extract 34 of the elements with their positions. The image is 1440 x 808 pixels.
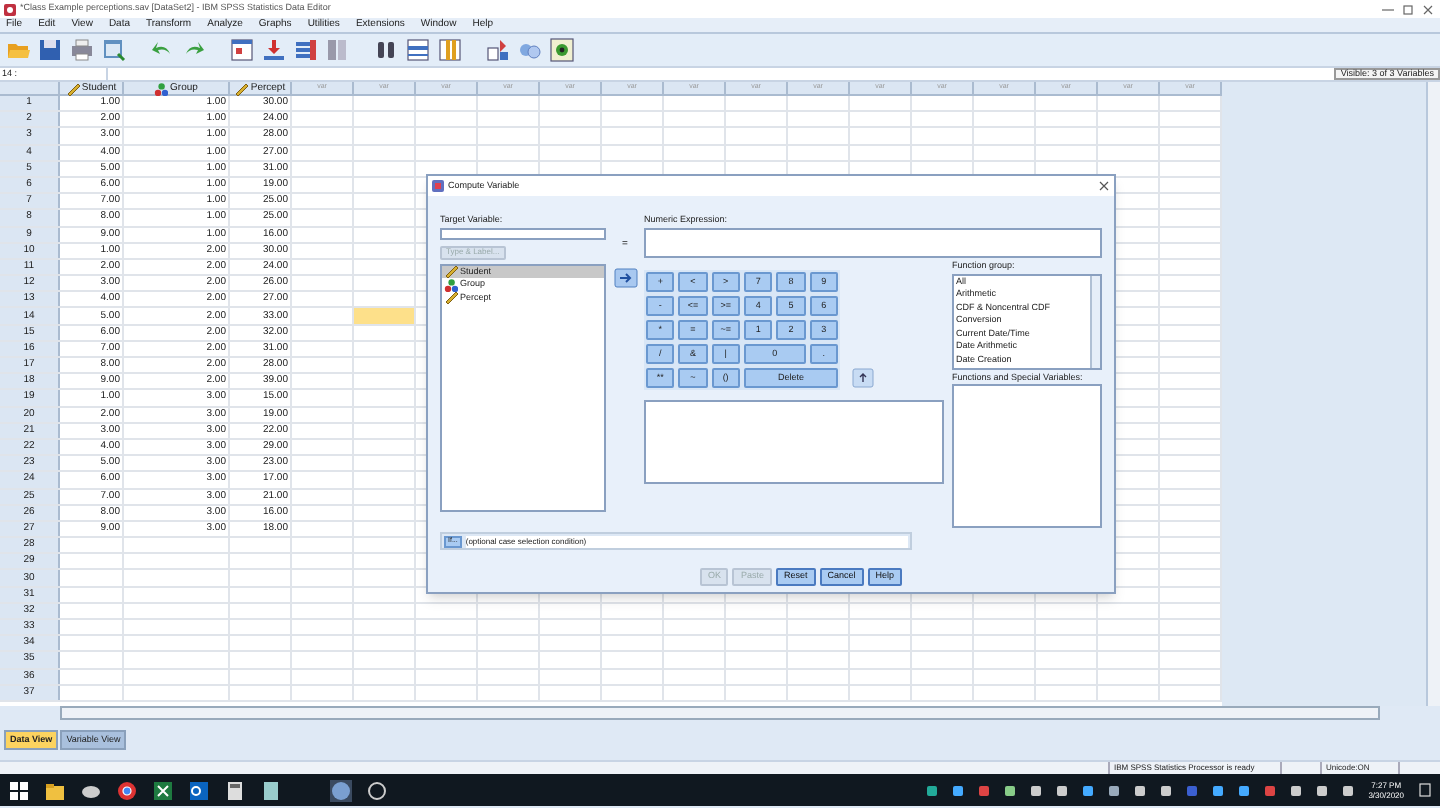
goto-variable-icon[interactable]	[262, 38, 286, 62]
maximize-icon[interactable]	[1400, 3, 1416, 15]
notepad-icon[interactable]	[260, 779, 282, 801]
move-arrow-icon[interactable]	[613, 268, 637, 288]
insert-cases-icon[interactable]	[406, 38, 430, 62]
horizontal-scrollbar[interactable]	[60, 706, 1380, 720]
calculator-icon[interactable]	[224, 779, 246, 801]
spreadsheet-icon[interactable]	[152, 779, 174, 801]
close-icon[interactable]	[1420, 3, 1436, 15]
split-file-icon[interactable]	[486, 38, 510, 62]
nominal-icon	[444, 277, 458, 292]
functions-list[interactable]	[952, 384, 1102, 528]
insert-variable-icon[interactable]	[438, 38, 462, 62]
value-labels-icon[interactable]	[518, 38, 542, 62]
target-icon[interactable]	[550, 38, 574, 62]
variables-icon[interactable]	[294, 38, 318, 62]
folder-icon[interactable]	[44, 779, 66, 801]
binoculars-icon[interactable]	[374, 38, 398, 62]
browser-icon[interactable]	[116, 779, 138, 801]
vertical-scrollbar[interactable]	[1426, 82, 1440, 706]
active-cell[interactable]	[354, 308, 416, 324]
mail-icon[interactable]	[188, 779, 210, 801]
goto-case-icon[interactable]	[230, 38, 254, 62]
windows-logo-icon[interactable]	[8, 779, 30, 801]
close-icon[interactable]	[1098, 180, 1110, 192]
save-icon[interactable]	[38, 38, 62, 62]
nominal-icon	[154, 81, 169, 95]
dialog-icon	[432, 180, 444, 192]
notification-icon[interactable]	[1418, 782, 1432, 798]
dialog-recall-icon[interactable]	[102, 38, 126, 62]
target-variable-field[interactable]	[440, 227, 606, 239]
printer-icon[interactable]	[70, 38, 94, 62]
numeric-expression-field[interactable]	[644, 227, 1102, 258]
list-scrollbar[interactable]	[1090, 275, 1100, 367]
